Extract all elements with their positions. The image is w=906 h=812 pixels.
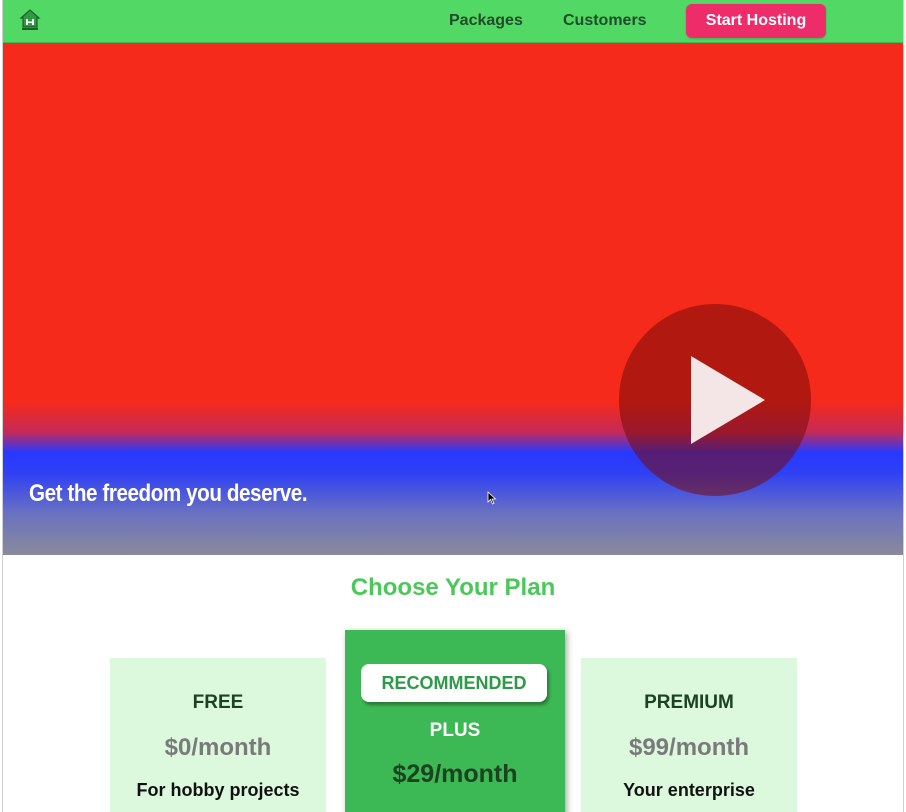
plan-card-plus[interactable]: RECOMMENDED PLUS $29/month: [345, 630, 565, 812]
top-navigation-bar: Packages Customers Start Hosting: [3, 0, 903, 43]
plan-card-premium[interactable]: PREMIUM $99/month Your enterprise: [581, 658, 797, 812]
plans-section-title: Choose Your Plan: [350, 574, 556, 601]
plan-description: Your enterprise: [623, 780, 755, 800]
plan-card-free[interactable]: FREE $0/month For hobby projects: [110, 658, 326, 812]
nav-link-packages[interactable]: Packages: [449, 12, 523, 30]
plan-price: $29/month: [392, 760, 518, 788]
plan-name: PLUS: [429, 720, 481, 741]
plan-price: $99/month: [628, 734, 750, 761]
plan-name: FREE: [192, 692, 244, 713]
landing-page: Packages Customers Start Hosting Get the…: [2, 0, 904, 812]
plan-price: $0/month: [164, 734, 272, 761]
plan-name: PREMIUM: [644, 692, 734, 713]
house-logo-icon[interactable]: [17, 6, 43, 32]
play-video-button[interactable]: [619, 304, 811, 496]
hero-tagline: Get the freedom you deserve.: [29, 480, 308, 507]
recommended-badge: RECOMMENDED: [361, 664, 547, 702]
start-hosting-button[interactable]: Start Hosting: [686, 4, 826, 38]
play-icon: [687, 354, 767, 450]
plan-description: For hobby projects: [136, 780, 300, 800]
mouse-cursor-icon: [487, 490, 497, 509]
hero-video-banner: Get the freedom you deserve.: [3, 43, 903, 555]
nav-link-customers[interactable]: Customers: [563, 12, 647, 30]
